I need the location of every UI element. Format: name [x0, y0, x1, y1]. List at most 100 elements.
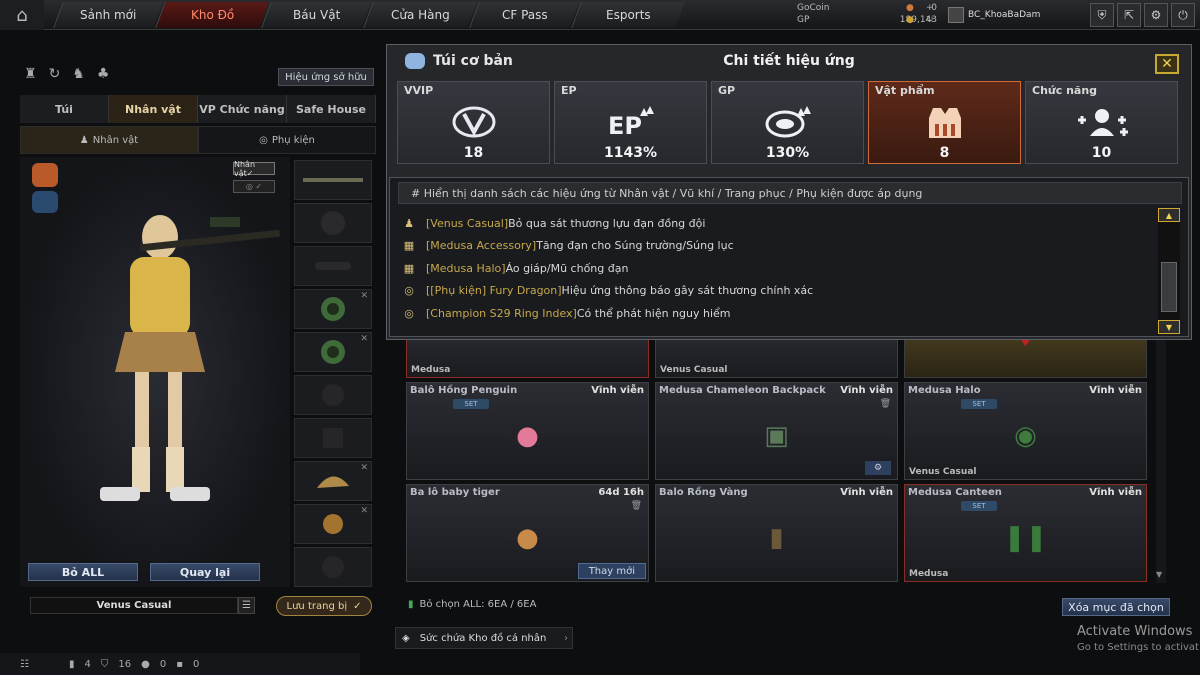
item-card-medusa-halo[interactable]: Medusa Halo Vĩnh viễn SET ◉ Venus Casual — [904, 382, 1147, 480]
slot-accessory-2[interactable]: ✕ — [294, 332, 372, 372]
rotate-icon[interactable]: ↻ — [49, 66, 61, 82]
slot-weapon[interactable] — [294, 160, 372, 200]
slot-accessory-ring[interactable]: ✕ — [294, 504, 372, 544]
effect-details-modal: Chi tiết hiệu ứng Túi cơ bản ✕ VVIP 18 E… — [386, 44, 1192, 340]
remove-icon[interactable]: ✕ — [360, 291, 368, 301]
misc-icon: ▪ — [176, 658, 183, 670]
list-icon[interactable]: ☷ — [20, 659, 29, 670]
ring-icon: ◎ — [404, 284, 414, 298]
activation-watermark: Activate Windows — [1077, 624, 1193, 639]
stat-vvip[interactable]: VVIP 18 — [397, 81, 550, 164]
refresh-icon[interactable]: ↻ — [926, 15, 934, 25]
slot-glasses[interactable] — [294, 246, 372, 286]
user-profile[interactable]: BC_KhoaBaDam — [948, 4, 1078, 26]
item-card-chameleon-backpack[interactable]: Medusa Chameleon Backpack Vĩnh viễn 🗑 ▣ ⚙ — [655, 382, 898, 480]
settings-gear-button[interactable]: ⚙ — [865, 461, 891, 475]
close-button[interactable]: ✕ — [1155, 54, 1179, 74]
tab-tui[interactable]: Túi — [20, 95, 109, 123]
gp-up-icon — [765, 106, 811, 138]
shield-status-icon: ⛉ — [100, 658, 109, 670]
effect-row: ▦ [Medusa Accessory]Tăng đạn cho Súng trư… — [403, 239, 734, 253]
stat-items[interactable]: Vật phẩm 8 — [868, 81, 1021, 164]
currency-panel: GoCoin 0 GP 189,143 — [797, 2, 937, 26]
bookmark-icon: ▮ — [408, 599, 414, 610]
grid-scrollbar[interactable] — [1156, 335, 1166, 583]
tab-safe-house[interactable]: Safe House — [287, 95, 376, 123]
item-card-medusa-canteen[interactable]: Medusa Canteen Vĩnh viễn SET ❚❚ Medusa — [904, 484, 1147, 582]
subtab-nhan-vat[interactable]: ♟ Nhân vật — [20, 126, 198, 154]
slot-helmet[interactable] — [294, 203, 372, 243]
item-card-baby-tiger[interactable]: Ba lô baby tiger 64d 16h 🗑 ● Thay mới — [406, 484, 649, 582]
character-actions: Bỏ ALL Quay lại — [28, 563, 260, 581]
exit-icon[interactable]: ⇱ — [1117, 3, 1141, 27]
scroll-down-icon[interactable]: ▼ — [1156, 570, 1162, 579]
stat-ep[interactable]: EP EP 1143% — [554, 81, 707, 164]
clear-selected-button[interactable]: Xóa mục đã chọn — [1062, 598, 1170, 616]
slot-accessory-1[interactable]: ✕ — [294, 289, 372, 329]
stack-icon: ◈ — [402, 632, 410, 644]
bag-icon — [405, 53, 425, 69]
nav-tab-cf-pass[interactable]: CF Pass — [469, 2, 579, 28]
selection-count: ▮ Bỏ chọn ALL: 6EA / 6EA — [408, 599, 537, 610]
character-preview[interactable] — [20, 157, 290, 587]
nav-tab-bau-vat[interactable]: Báu Vật — [261, 2, 371, 28]
effects-scrollbar[interactable]: ▲ ▼ — [1158, 208, 1180, 334]
scroll-down-icon[interactable]: ▼ — [1158, 320, 1180, 334]
add-coin-icon[interactable]: + — [926, 3, 934, 13]
scroll-up-icon[interactable]: ▲ — [1158, 208, 1180, 222]
home-icon[interactable]: ⌂ — [0, 0, 44, 30]
stat-functions[interactable]: Chức năng 10 — [1025, 81, 1178, 164]
stat-gp[interactable]: GP 130% — [711, 81, 864, 164]
avatar — [948, 7, 964, 23]
coin-icon: ● — [906, 3, 914, 13]
equipment-slots: ✕ ✕ ✕ ✕ — [294, 160, 372, 590]
reset-all-button[interactable]: Bỏ ALL — [28, 563, 138, 581]
owned-effects-button[interactable]: Hiệu ứng sở hữu — [278, 68, 374, 86]
effect-row: ▦ [Medusa Halo]Áo giáp/Mũ chống đạn — [403, 261, 629, 275]
renew-button[interactable]: Thay mới — [577, 563, 646, 579]
filter-icons: ♜ ↻ ♞ ♣ — [24, 66, 109, 82]
menu-icon[interactable]: ☰ — [238, 597, 255, 614]
shield-icon[interactable]: ⛨ — [1090, 3, 1114, 27]
power-icon[interactable]: ⏻ — [1171, 3, 1195, 27]
mask-icon — [32, 191, 58, 213]
save-loadout-button[interactable]: Lưu trang bị ✓ — [276, 596, 372, 616]
ep-up-icon: EP — [608, 106, 654, 140]
character-icon: ♟ — [79, 134, 89, 146]
item-card-golden-dragon[interactable]: Balo Rồng Vàng Vĩnh viễn ▮ — [655, 484, 898, 582]
chat-icon: ● — [141, 658, 150, 670]
character-model — [32, 163, 280, 501]
effect-row: ◎ [[Phụ kiện] Fury Dragon]Hiệu ứng thông … — [402, 280, 1152, 303]
group-icon[interactable]: ♜ — [24, 66, 37, 82]
vest-icon: ▦ — [403, 261, 415, 275]
gear-icon[interactable]: ⚙ — [1144, 3, 1168, 27]
gp-coin-icon: ● — [906, 15, 914, 25]
trash-icon[interactable]: 🗑 — [631, 501, 642, 511]
trash-icon[interactable]: 🗑 — [880, 399, 891, 409]
slot-empty-2[interactable] — [294, 418, 372, 458]
back-button[interactable]: Quay lại — [150, 563, 260, 581]
sub-tabs: ♟ Nhân vật ◎ Phụ kiện — [20, 126, 376, 154]
nav-tab-kho-do[interactable]: Kho Đồ — [155, 2, 269, 28]
remove-icon[interactable]: ✕ — [360, 334, 368, 344]
pose-icon[interactable]: ♞ — [72, 66, 85, 82]
scroll-thumb[interactable] — [1161, 262, 1177, 312]
slot-empty-1[interactable] — [294, 375, 372, 415]
bag-icon: ▮ — [68, 658, 75, 670]
set-name-field[interactable]: Venus Casual — [30, 597, 238, 614]
remove-icon[interactable]: ✕ — [360, 506, 368, 516]
inventory-capacity[interactable]: ◈ Sức chứa Kho đồ cá nhân › — [395, 627, 573, 649]
tab-vp-chuc-nang[interactable]: VP Chức năng — [198, 95, 287, 123]
slot-empty-3[interactable] — [294, 547, 372, 587]
slot-accessory-dragon[interactable]: ✕ — [294, 461, 372, 501]
subtab-phu-kien[interactable]: ◎ Phụ kiện — [198, 126, 376, 154]
visibility-toggle[interactable]: ◎ ✓ — [233, 180, 275, 193]
pet-icon[interactable]: ♣ — [97, 66, 110, 82]
nav-tab-cua-hang[interactable]: Cửa Hàng — [363, 2, 477, 28]
remove-icon[interactable]: ✕ — [360, 463, 368, 473]
nav-tab-sanh-moi[interactable]: Sảnh mới — [53, 2, 163, 28]
nav-tab-esports[interactable]: Esports — [571, 2, 685, 28]
tab-nhan-vat[interactable]: Nhân vật — [109, 95, 198, 123]
item-card-penguin[interactable]: Balô Hồng Penguin Vĩnh viễn SET ● — [406, 382, 649, 480]
vest-icon: ▦ — [403, 239, 415, 253]
